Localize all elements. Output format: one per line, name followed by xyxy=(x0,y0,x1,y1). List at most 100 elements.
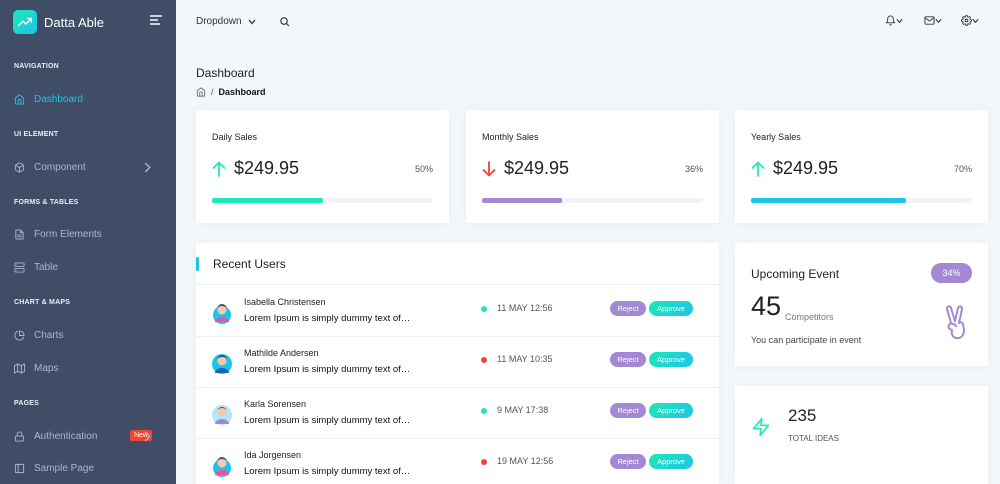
sidebar-item-label: Authentication xyxy=(34,430,98,442)
status-dot xyxy=(481,459,487,465)
user-date: 19 MAY 12:56 xyxy=(497,456,554,466)
arrow-up-icon xyxy=(212,161,226,177)
file-text-icon xyxy=(15,228,24,240)
sidebar-item-authentication[interactable]: Authentication New xyxy=(14,428,164,444)
messages-button[interactable] xyxy=(924,15,942,26)
home-icon xyxy=(14,93,25,105)
map-icon xyxy=(14,362,25,374)
stat-amount: $249.95 xyxy=(773,158,839,178)
sidebar-item-label: Table xyxy=(34,261,58,273)
arrow-up-icon xyxy=(751,161,765,177)
status-dot xyxy=(481,357,487,363)
sidebar-item-label: Sample Page xyxy=(34,462,95,474)
competitor-label: Competitors xyxy=(785,312,834,322)
avatar xyxy=(213,304,231,324)
table-row: Mathilde Andersen Lorem Ipsum is simply … xyxy=(196,337,719,388)
box-icon xyxy=(14,161,25,173)
event-note: You can participate in event xyxy=(751,335,862,345)
home-icon[interactable] xyxy=(196,87,206,97)
sidebar-item-label: Dashboard xyxy=(34,93,83,105)
settings-icon xyxy=(961,15,972,26)
recent-users-card: Recent Users Isabella Christensen Lorem … xyxy=(196,243,719,484)
progress-fill xyxy=(751,198,906,203)
settings-button[interactable] xyxy=(961,15,979,26)
peace-hand-icon xyxy=(945,305,965,340)
brand-name: Datta Able xyxy=(44,14,104,30)
stat-percent: 70% xyxy=(953,164,972,174)
notifications-button[interactable] xyxy=(885,15,903,26)
status-dot xyxy=(481,408,487,414)
stat-amount: $249.95 xyxy=(504,158,570,178)
chevron-down-icon xyxy=(935,18,942,23)
menu-toggle-icon[interactable] xyxy=(150,15,162,27)
sidebar-item-label: Charts xyxy=(34,329,64,341)
stat-title: Yearly Sales xyxy=(751,132,801,142)
user-description: Lorem Ipsum is simply dummy text of… xyxy=(244,415,411,426)
user-name: Mathilde Andersen xyxy=(244,348,319,358)
sidebar: Datta Able NAVIGATION Dashboard UI ELEME… xyxy=(0,0,176,484)
chevron-down-icon xyxy=(248,19,256,24)
pie-chart-icon xyxy=(14,329,25,341)
approve-button[interactable]: Approve xyxy=(649,403,693,418)
sidebar-item-form-elements[interactable]: Form Elements xyxy=(14,226,164,242)
table-row: Ida Jorgensen Lorem Ipsum is simply dumm… xyxy=(196,439,719,484)
arrow-down-icon xyxy=(482,160,496,176)
reject-button[interactable]: Reject xyxy=(610,454,646,469)
page-title: Dashboard xyxy=(196,66,255,80)
dropdown-menu[interactable]: Dropdown xyxy=(196,16,256,27)
approve-button[interactable]: Approve xyxy=(649,454,693,469)
stat-card-yearly-sales: Yearly Sales $249.95 70% xyxy=(735,110,988,223)
recent-users-title: Recent Users xyxy=(213,257,286,271)
avatar xyxy=(213,457,231,477)
breadcrumb: / Dashboard xyxy=(196,87,266,97)
stat-percent: 36% xyxy=(684,164,703,174)
chevron-down-icon xyxy=(896,18,903,23)
sidebar-item-dashboard[interactable]: Dashboard xyxy=(14,91,164,107)
topbar: Dropdown xyxy=(176,0,1000,44)
stat-amount: $249.95 xyxy=(234,158,300,178)
user-date: 9 MAY 17:38 xyxy=(497,405,549,415)
sidebar-item-table[interactable]: Table xyxy=(14,259,164,275)
bell-icon xyxy=(885,15,896,26)
user-description: Lorem Ipsum is simply dummy text of… xyxy=(244,466,411,477)
user-description: Lorem Ipsum is simply dummy text of… xyxy=(244,364,411,375)
reject-button[interactable]: Reject xyxy=(610,403,646,418)
reject-button[interactable]: Reject xyxy=(610,301,646,316)
chevron-right-icon xyxy=(144,431,151,442)
approve-button[interactable]: Approve xyxy=(649,301,693,316)
sidebar-item-sample-page[interactable]: Sample Page xyxy=(14,460,164,476)
stat-card-monthly-sales: Monthly Sales $249.95 36% xyxy=(466,110,719,223)
avatar xyxy=(212,354,232,374)
brand[interactable]: Datta Able xyxy=(13,10,163,34)
chevron-down-icon xyxy=(972,18,979,23)
breadcrumb-current[interactable]: Dashboard xyxy=(219,87,266,97)
user-date: 11 MAY 12:56 xyxy=(497,303,553,313)
user-name: Isabella Christensen xyxy=(244,297,326,307)
approve-button[interactable]: Approve xyxy=(649,352,693,367)
reject-button[interactable]: Reject xyxy=(610,352,646,367)
title-accent-bar xyxy=(196,257,199,271)
breadcrumb-separator: / xyxy=(211,87,214,97)
sidebar-item-charts[interactable]: Charts xyxy=(14,327,164,343)
server-icon xyxy=(14,261,25,273)
table-row: Isabella Christensen Lorem Ipsum is simp… xyxy=(196,286,719,337)
table-row: Karla Sorensen Lorem Ipsum is simply dum… xyxy=(196,388,719,439)
stat-value: $249.95 xyxy=(212,158,299,179)
zap-icon xyxy=(752,417,770,437)
ideas-label: TOTAL IDEAS xyxy=(788,434,839,443)
sidebar-item-component[interactable]: Component xyxy=(14,159,164,175)
sidebar-item-maps[interactable]: Maps xyxy=(14,360,164,376)
user-name: Karla Sorensen xyxy=(244,399,307,409)
nav-caption-forms-tables: FORMS & TABLES xyxy=(14,199,79,206)
stat-value: $249.95 xyxy=(482,158,569,179)
sidebar-item-label: Maps xyxy=(34,362,59,374)
stat-value: $249.95 xyxy=(751,158,838,179)
stat-title: Daily Sales xyxy=(212,132,258,142)
lock-icon xyxy=(14,430,25,442)
sidebar-icon xyxy=(14,463,25,473)
user-name: Ida Jorgensen xyxy=(244,450,302,460)
upcoming-event-title: Upcoming Event xyxy=(751,267,840,281)
nav-caption-navigation: NAVIGATION xyxy=(14,63,59,70)
search-icon[interactable] xyxy=(279,16,290,27)
trending-up-icon xyxy=(13,10,37,34)
